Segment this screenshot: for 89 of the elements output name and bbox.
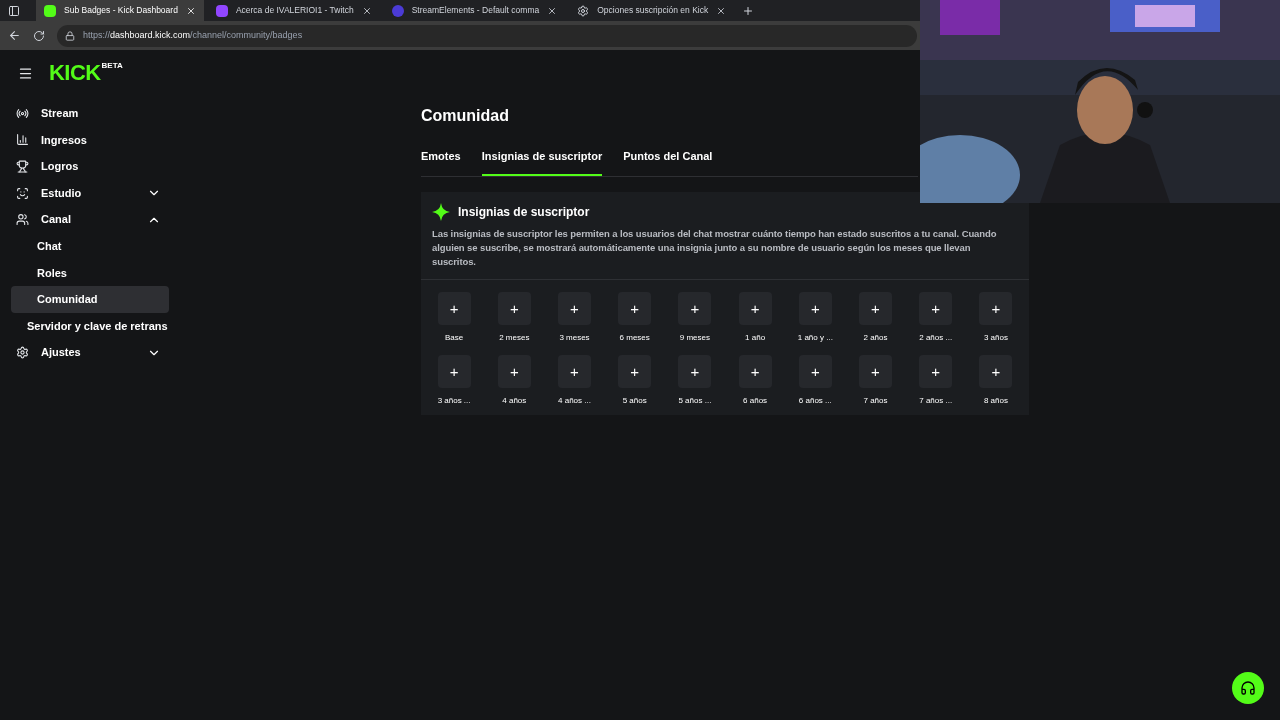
close-icon[interactable] (716, 5, 727, 16)
kick-favicon-icon (44, 4, 56, 17)
badge-label: 4 años ... (558, 394, 591, 407)
sparkle-icon (432, 202, 450, 221)
badge-label: 2 meses (499, 331, 530, 344)
sidebar-item[interactable]: Ajustes (11, 339, 169, 366)
tab-title: Sub Badges - Kick Dashboard (64, 4, 178, 17)
back-icon[interactable] (8, 29, 21, 42)
twitch-favicon-icon (215, 4, 228, 17)
lock-icon (65, 30, 75, 41)
people-icon (16, 213, 29, 227)
add-badge-button[interactable]: + (678, 354, 712, 388)
sidebar-item[interactable]: Logros (11, 153, 169, 180)
badge-label: 7 años (863, 394, 888, 407)
tab-title: Opciones suscripción en Kick (597, 4, 709, 17)
close-icon[interactable] (361, 5, 372, 16)
add-badge-button[interactable]: + (798, 354, 832, 388)
add-badge-button[interactable]: + (497, 291, 531, 325)
add-badge-button[interactable]: + (979, 291, 1013, 325)
add-badge-button[interactable]: + (497, 354, 531, 388)
sidebar-subitem[interactable]: Chat (11, 232, 169, 260)
address-bar[interactable]: https://dashboard.kick.com/channel/community/badges (57, 24, 917, 47)
badge-label: Base (444, 331, 464, 344)
badge-label: 6 meses (619, 331, 650, 344)
page-title: Comunidad (421, 106, 510, 126)
tab-title: Acerca de IVALERIOI1 - Twitch (235, 4, 354, 17)
badge-label: 3 años (983, 331, 1008, 344)
badge-label: 3 años ... (437, 394, 471, 407)
badge-label: 2 años ... (919, 331, 953, 344)
tab-title: StreamElements - Default comma (411, 4, 540, 17)
badge-label: 6 años ... (798, 394, 832, 407)
sidebar-item[interactable]: Ingresos (11, 126, 169, 154)
badge-label: 7 años ... (919, 394, 953, 407)
url-text: https://dashboard.kick.com/channel/community/badges (83, 28, 303, 42)
add-badge-button[interactable]: + (738, 354, 772, 388)
badge-label: 1 año (745, 331, 766, 344)
broadcast-icon (16, 106, 29, 120)
card-title: Insignias de suscriptor (458, 203, 590, 221)
sidebar-subitem[interactable]: Roles (11, 259, 169, 287)
reload-icon[interactable] (33, 29, 45, 42)
badge-label: 2 años (863, 331, 888, 344)
sidebar-subitem[interactable]: Comunidad (11, 286, 169, 313)
settings-icon (16, 346, 29, 360)
badge-label: 5 años (622, 394, 647, 407)
trophy-icon (16, 160, 29, 173)
page-tab[interactable]: Emotes (421, 148, 461, 176)
badge-label: 8 años (983, 394, 1008, 407)
add-badge-button[interactable]: + (437, 354, 471, 388)
close-icon[interactable] (185, 5, 196, 16)
studio-icon (16, 186, 29, 200)
browser-tab[interactable]: Sub Badges - Kick Dashboard (36, 0, 204, 21)
add-badge-button[interactable]: + (618, 354, 652, 388)
page-tab[interactable]: Puntos del Canal (623, 148, 713, 176)
add-badge-button[interactable]: + (618, 291, 652, 325)
add-badge-button[interactable]: + (979, 354, 1013, 388)
menu-icon[interactable] (18, 65, 33, 81)
add-badge-button[interactable]: + (859, 354, 892, 388)
browser-tab[interactable]: Acerca de IVALERIOI1 - Twitch (207, 0, 380, 21)
badge-label: 9 meses (679, 331, 710, 344)
badge-label: 4 años (502, 394, 527, 407)
add-badge-button[interactable]: + (558, 354, 591, 388)
help-button[interactable] (1232, 672, 1264, 704)
badge-label: 6 años (743, 394, 768, 407)
add-badge-button[interactable]: + (919, 291, 953, 325)
badge-label: 5 años ... (678, 394, 712, 407)
page-tab[interactable]: Insignias de suscriptor (481, 148, 603, 176)
card-description: Las insignias de suscriptor les permiten a los usuarios del chat mostrar cuánto tiempo han estado suscritos a tu canal. Cuando alguien se suscribe, se mostrará automáticamente una insignia junto a su nombre de usuario según los meses que llevan suscritos. (432, 226, 998, 269)
browser-tab[interactable]: StreamElements - Default comma (383, 0, 566, 21)
add-badge-button[interactable]: + (678, 291, 712, 325)
browser-tab[interactable]: Opciones suscripción en Kick (569, 0, 735, 21)
add-badge-button[interactable]: + (558, 291, 591, 325)
sidebar-item[interactable]: Servidor y clave de retrans (11, 312, 169, 340)
settings-icon (577, 4, 590, 17)
badge-label: 3 meses (559, 331, 590, 344)
chart-icon (16, 133, 29, 147)
close-icon[interactable] (547, 5, 558, 16)
add-badge-button[interactable]: + (437, 291, 471, 325)
new-tab-icon[interactable] (742, 4, 755, 17)
tab-panel-icon[interactable] (8, 4, 20, 17)
add-badge-button[interactable]: + (738, 291, 772, 325)
add-badge-button[interactable]: + (798, 291, 832, 325)
headset-icon (1240, 680, 1256, 696)
sidebar-item[interactable]: Stream (11, 100, 169, 127)
add-badge-button[interactable]: + (919, 354, 953, 388)
sidebar-item[interactable]: Canal (11, 206, 169, 233)
streamelements-favicon-icon (391, 4, 404, 17)
badge-label: 1 año y ... (797, 331, 833, 344)
add-badge-button[interactable]: + (859, 291, 892, 325)
sidebar-item[interactable]: Estudio (11, 179, 169, 207)
